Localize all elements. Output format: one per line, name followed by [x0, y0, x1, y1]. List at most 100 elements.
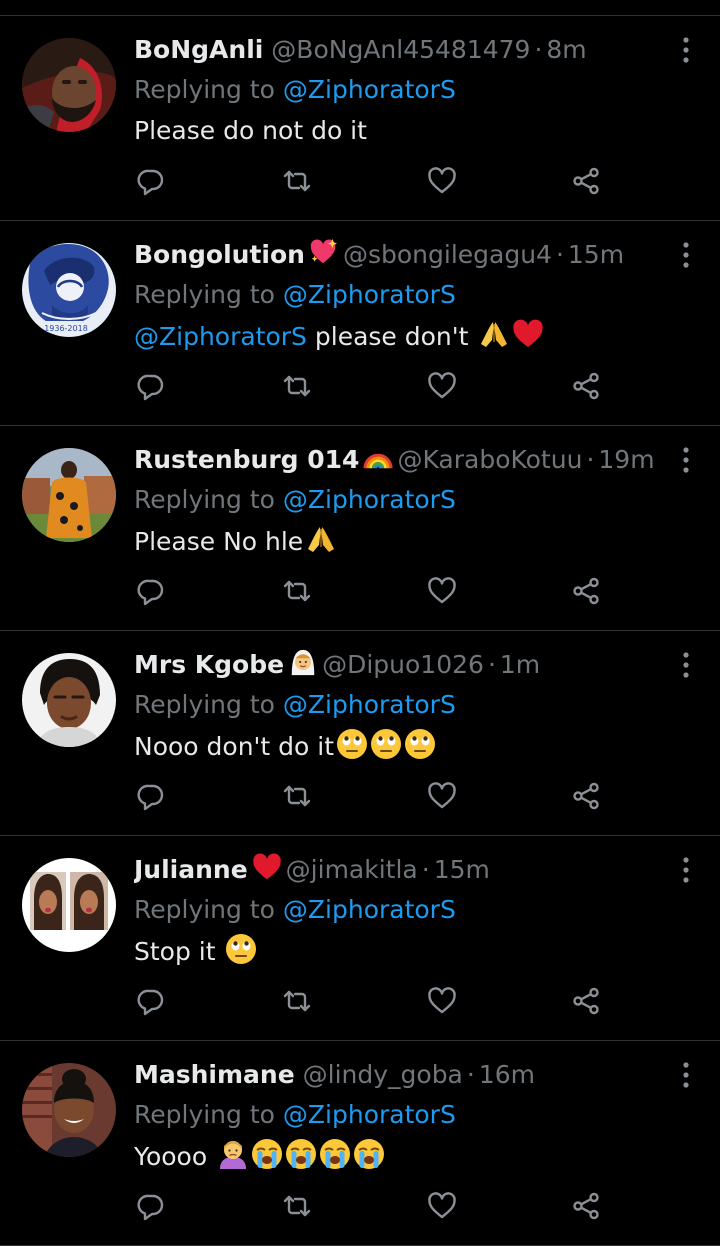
replying-to-mention[interactable]: @ZiphoratorS — [283, 1100, 456, 1129]
like-button[interactable] — [427, 781, 459, 813]
retweet-button[interactable] — [282, 576, 314, 608]
replying-to: Replying to @ZiphoratorS — [134, 482, 456, 518]
avatar[interactable] — [22, 1063, 116, 1157]
comment-bubble-icon — [136, 371, 168, 401]
reply-tweet[interactable]: Mrs Kgobe @Dipuo1026 · 1m Replying to @Zipho… — [0, 631, 720, 836]
reply-tweet[interactable]: Julianne @jimakitla · 15m Replying to @Zipho… — [0, 836, 720, 1041]
user-handle[interactable]: @lindy_goba — [303, 1060, 463, 1089]
like-button[interactable] — [427, 986, 459, 1018]
share-button[interactable] — [571, 986, 603, 1018]
face-rolling-eyes-emoji — [225, 933, 257, 975]
separator-dot: · — [421, 855, 430, 884]
more-vertical-icon[interactable] — [678, 446, 694, 474]
user-handle[interactable]: @jimakitla — [286, 855, 418, 884]
replying-to-label: Replying to — [134, 895, 275, 924]
display-name[interactable]: Mashimane — [134, 1060, 295, 1089]
replying-to-mention[interactable]: @ZiphoratorS — [283, 280, 456, 309]
timestamp[interactable]: 8m — [546, 35, 586, 64]
more-vertical-icon[interactable] — [678, 241, 694, 269]
share-button[interactable] — [571, 371, 603, 403]
replying-to-mention[interactable]: @ZiphoratorS — [283, 485, 456, 514]
tweet-actions — [136, 371, 616, 405]
display-name[interactable]: BoNgAnli — [134, 35, 263, 64]
tweet-actions — [136, 166, 616, 200]
user-handle[interactable]: @sbongilegagu4 — [343, 240, 552, 269]
retweet-button[interactable] — [282, 986, 314, 1018]
display-name[interactable]: Julianne — [134, 855, 248, 884]
retweet-button[interactable] — [282, 781, 314, 813]
body-text: Yoooo — [134, 1142, 216, 1171]
display-name[interactable]: Rustenburg 014 — [134, 445, 359, 474]
folded-hands-emoji — [478, 318, 510, 360]
reply-tweet[interactable]: BoNgAnli @BoNgAnl45481479 · 8m Replying to … — [0, 16, 720, 221]
share-button[interactable] — [571, 781, 603, 813]
replying-to: Replying to @ZiphoratorS — [134, 277, 456, 313]
timestamp[interactable]: 15m — [434, 855, 490, 884]
share-button[interactable] — [571, 166, 603, 198]
replying-to-label: Replying to — [134, 485, 275, 514]
body-text: Please do not do it — [134, 116, 367, 145]
loudly-crying-face-emoji — [319, 1138, 351, 1180]
like-button[interactable] — [427, 371, 459, 403]
timestamp[interactable]: 15m — [568, 240, 624, 269]
heart-icon — [427, 166, 459, 196]
user-handle[interactable]: @KaraboKotuu — [397, 445, 582, 474]
replying-to-label: Replying to — [134, 690, 275, 719]
reply-button[interactable] — [136, 781, 168, 813]
timestamp[interactable]: 16m — [479, 1060, 535, 1089]
reply-button[interactable] — [136, 576, 168, 608]
replying-to-mention[interactable]: @ZiphoratorS — [283, 895, 456, 924]
display-name[interactable]: Bongolution — [134, 240, 305, 269]
retweet-icon — [282, 986, 314, 1016]
loudly-crying-face-emoji — [353, 1138, 385, 1180]
replying-to-mention[interactable]: @ZiphoratorS — [283, 75, 456, 104]
more-vertical-icon[interactable] — [678, 36, 694, 64]
timestamp[interactable]: 19m — [598, 445, 654, 474]
reply-tweet[interactable]: Rustenburg 014 @KaraboKotuu · 19m Replying t… — [0, 426, 720, 631]
bride-with-veil-emoji — [288, 647, 318, 683]
user-handle[interactable]: @Dipuo1026 — [322, 650, 484, 679]
display-name[interactable]: Mrs Kgobe — [134, 650, 284, 679]
retweet-button[interactable] — [282, 1191, 314, 1223]
avatar[interactable]: 1936-2018 — [22, 243, 116, 337]
replying-to-mention[interactable]: @ZiphoratorS — [283, 690, 456, 719]
more-vertical-icon[interactable] — [678, 1061, 694, 1089]
user-handle[interactable]: @BoNgAnl45481479 — [271, 35, 530, 64]
reply-button[interactable] — [136, 371, 168, 403]
retweet-button[interactable] — [282, 166, 314, 198]
like-button[interactable] — [427, 166, 459, 198]
tweet-text: Please do not do it — [134, 113, 367, 149]
like-button[interactable] — [427, 1191, 459, 1223]
tweet-actions — [136, 576, 616, 610]
comment-bubble-icon — [136, 1191, 168, 1221]
tweet-header: Bongolution @sbongilegagu4 · 15m — [134, 237, 664, 273]
body-mention[interactable]: @ZiphoratorS — [134, 322, 307, 351]
replying-to: Replying to @ZiphoratorS — [134, 892, 456, 928]
retweet-icon — [282, 576, 314, 606]
avatar[interactable] — [22, 858, 116, 952]
share-button[interactable] — [571, 576, 603, 608]
reply-button[interactable] — [136, 166, 168, 198]
like-button[interactable] — [427, 576, 459, 608]
retweet-button[interactable] — [282, 371, 314, 403]
share-icon — [571, 1191, 603, 1221]
rainbow-emoji — [363, 442, 393, 478]
heart-icon — [427, 781, 459, 811]
tweet-text: Yoooo — [134, 1138, 385, 1180]
avatar[interactable] — [22, 653, 116, 747]
replying-to: Replying to @ZiphoratorS — [134, 72, 456, 108]
replying-to-label: Replying to — [134, 1100, 275, 1129]
more-vertical-icon[interactable] — [678, 651, 694, 679]
avatar[interactable] — [22, 448, 116, 542]
share-button[interactable] — [571, 1191, 603, 1223]
reply-tweet[interactable]: Mashimane @lindy_goba · 16m Replying to @Zi… — [0, 1041, 720, 1246]
timestamp[interactable]: 1m — [500, 650, 540, 679]
tweet-actions — [136, 986, 616, 1020]
reply-button[interactable] — [136, 986, 168, 1018]
reply-tweet[interactable]: 1936-2018 Bongolution @sbongilegagu4 · 15m Re… — [0, 221, 720, 426]
avatar[interactable] — [22, 38, 116, 132]
more-vertical-icon[interactable] — [678, 856, 694, 884]
reply-button[interactable] — [136, 1191, 168, 1223]
folded-hands-emoji — [305, 523, 337, 565]
retweet-icon — [282, 166, 314, 196]
